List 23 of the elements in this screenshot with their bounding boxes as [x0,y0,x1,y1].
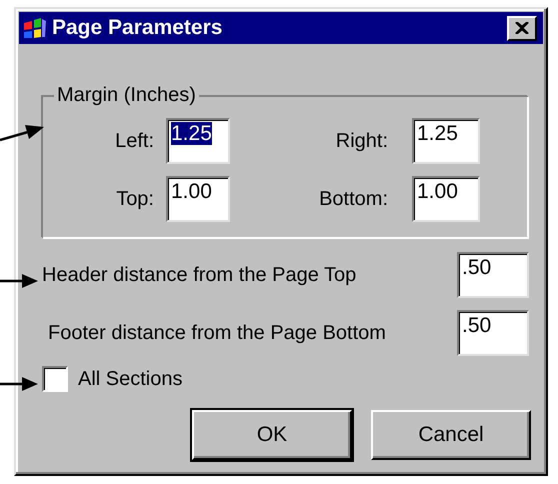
text-field[interactable]: 1.00 [166,176,230,222]
text-field[interactable]: 1.00 [412,176,480,222]
text-field[interactable]: .50 [457,310,529,356]
pointer-arrow [0,377,38,391]
field-label: Bottom: [318,188,388,210]
pointer-arrow [0,125,44,142]
text-field[interactable]: 1.25 [166,118,230,164]
text-field[interactable]: .50 [457,252,529,298]
field-label: Right: [334,130,388,152]
text-field[interactable]: 1.25 [412,118,480,164]
field-label: Left: [114,130,154,152]
close-icon [515,22,529,34]
field-label: Top: [115,188,154,210]
dialog-button[interactable]: OK [192,410,352,460]
dialog-button[interactable]: Cancel [371,410,531,460]
window-title: Page Parameters [52,16,224,40]
app-icon [23,17,47,39]
header-distance-label: Header distance from the Page Top [42,264,356,286]
close-button[interactable] [507,16,537,40]
checkbox-label: All Sections [78,368,182,390]
footer-distance-label: Footer distance from the Page Bottom [48,322,386,344]
pointer-arrow [0,274,38,288]
all-sections-checkbox[interactable] [42,366,68,392]
